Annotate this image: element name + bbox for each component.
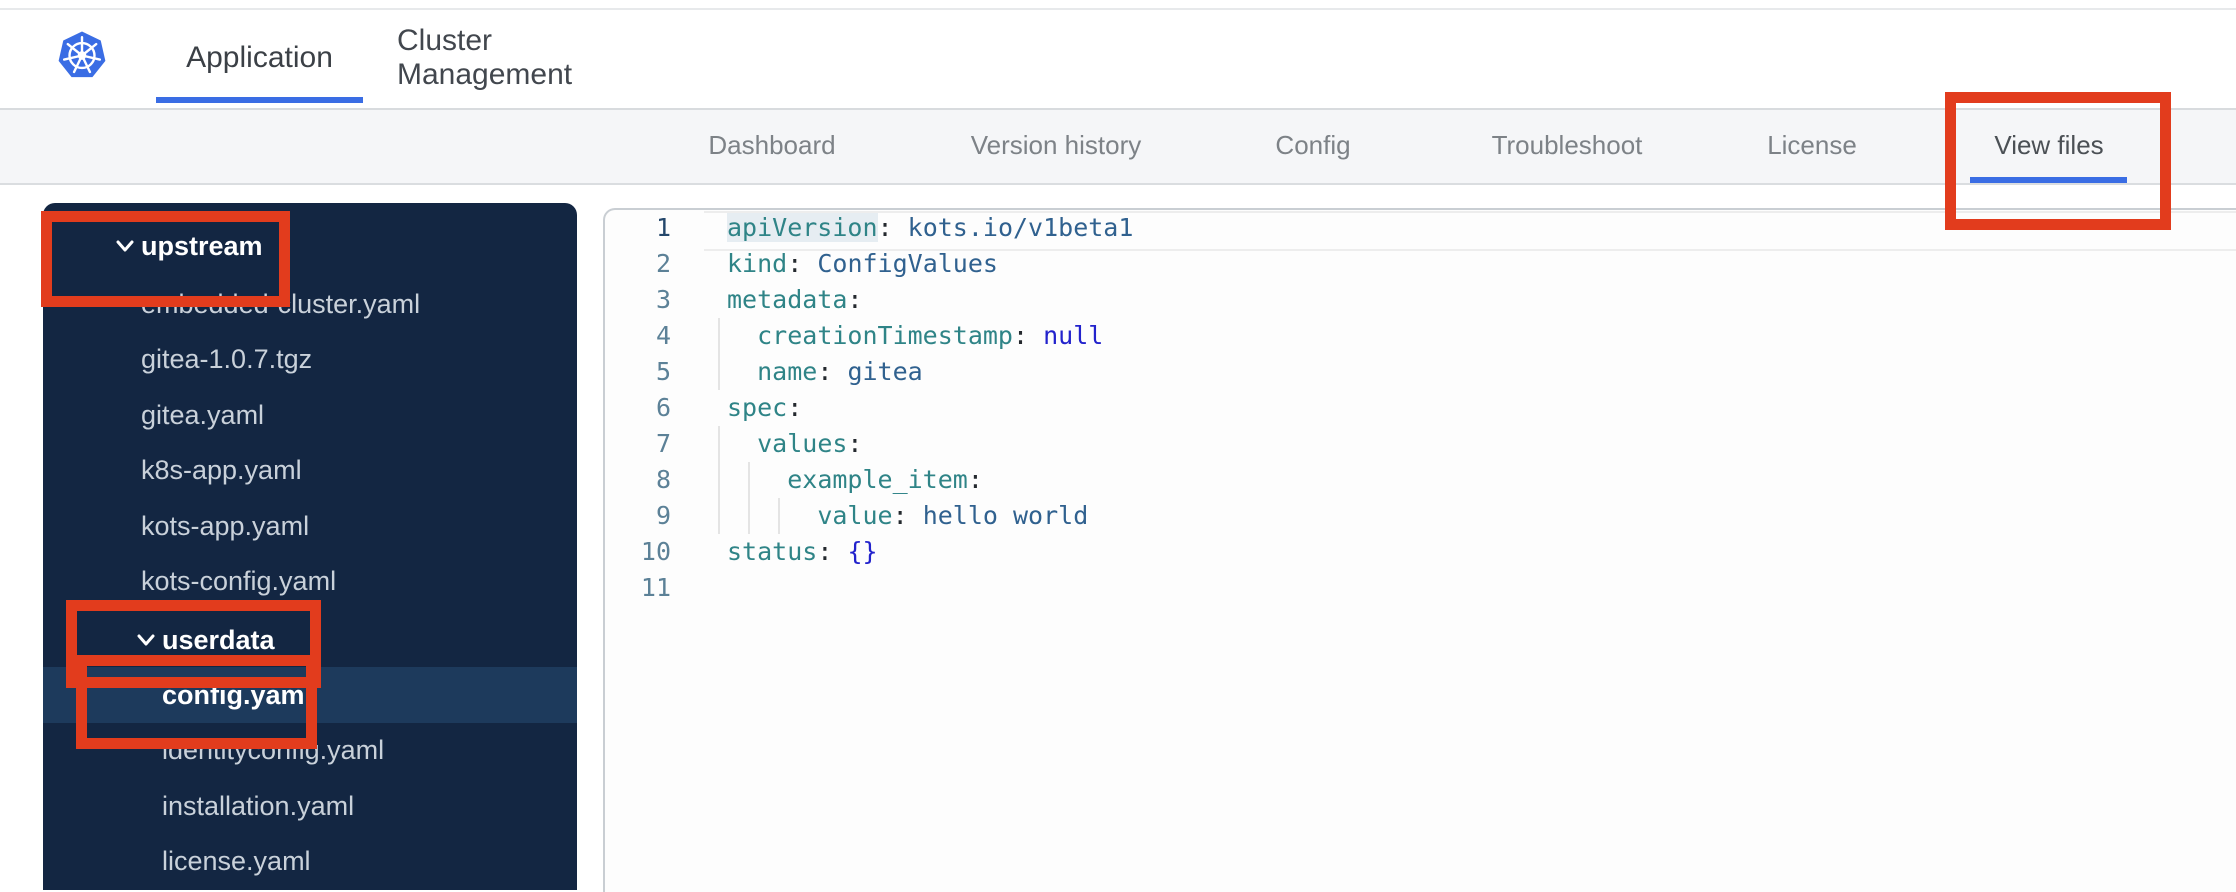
code-line-10: 10 status: {} <box>605 534 2236 570</box>
code-line-9: 9 value: hello world <box>605 498 2236 534</box>
code-line-text: metadata: <box>727 285 863 314</box>
subnav-tab-config[interactable]: Config <box>1275 110 1350 181</box>
active-tab-underline <box>156 97 363 103</box>
code-line-1: 1 apiVersion: kots.io/v1beta1 <box>605 210 2236 246</box>
tab-cluster-management-label: Cluster Management <box>397 24 573 91</box>
line-number: 3 <box>655 285 671 314</box>
file-tree-sidebar: upstream embedded-cluster.yaml gitea-1.0.7… <box>43 203 577 890</box>
view-files-active-underline <box>1970 177 2127 183</box>
tree-file-installation-yaml[interactable]: installation.yaml <box>43 778 577 834</box>
tree-file-gitea-1-0-7-tgz[interactable]: gitea-1.0.7.tgz <box>43 331 577 387</box>
chevron-down-icon <box>137 634 155 646</box>
code-line-4: 4 creationTimestamp: null <box>605 318 2236 354</box>
code-line-text: values: <box>757 429 863 458</box>
tree-item-label: userdata <box>162 624 275 655</box>
code-line-text: example_item: <box>787 465 983 494</box>
code-line-8: 8 example_item: <box>605 462 2236 498</box>
indent-guide <box>718 318 720 354</box>
code-line-11: 11 <box>605 570 2236 606</box>
tree-folder-upstream[interactable]: upstream <box>43 218 577 274</box>
tree-file-license-yaml[interactable]: license.yaml <box>43 833 577 889</box>
tab-application-label: Application <box>186 41 333 74</box>
tree-file-config-yaml[interactable]: config.yaml <box>43 667 577 723</box>
tree-file-kots-config-yaml[interactable]: kots-config.yaml <box>43 553 577 609</box>
line-number: 10 <box>640 537 671 566</box>
code-line-text: apiVersion: kots.io/v1beta1 <box>727 213 1134 242</box>
code-line-text: value: hello world <box>817 501 1089 530</box>
line-number: 1 <box>655 213 671 242</box>
line-number: 8 <box>655 465 671 494</box>
tab-application[interactable]: Application <box>156 10 363 106</box>
code-line-text: status: {} <box>727 537 878 566</box>
code-line-2: 2 kind: ConfigValues <box>605 246 2236 282</box>
line-number: 6 <box>655 393 671 422</box>
app-subnav: Dashboard Version history Config Troublesho… <box>0 110 2236 185</box>
tree-item-label: embedded-cluster.yaml <box>141 288 421 319</box>
code-line-7: 7 values: <box>605 426 2236 462</box>
tab-cluster-management[interactable]: Cluster Management <box>397 10 665 106</box>
kots-admin-console: { "header": { "logo_icon": "kubernetes-l… <box>0 0 2236 892</box>
kubernetes-logo-icon <box>58 31 106 78</box>
tree-item-label: kots-config.yaml <box>141 565 337 596</box>
code-line-text: name: gitea <box>757 357 923 386</box>
tree-item-label: gitea-1.0.7.tgz <box>141 343 313 374</box>
line-number: 9 <box>655 501 671 530</box>
subnav-tab-dashboard[interactable]: Dashboard <box>708 110 835 181</box>
tree-item-label: kots-app.yaml <box>141 510 310 541</box>
code-line-text: spec: <box>727 393 803 422</box>
subnav-tab-license[interactable]: License <box>1767 110 1857 181</box>
tree-item-label: identityconfig.yaml <box>162 734 385 765</box>
line-number: 2 <box>655 249 671 278</box>
indent-guide <box>718 426 720 462</box>
code-line-text: kind: ConfigValues <box>727 249 998 278</box>
line-number: 7 <box>655 429 671 458</box>
tree-file-identityconfig-yaml[interactable]: identityconfig.yaml <box>43 722 577 778</box>
tree-file-gitea-yaml[interactable]: gitea.yaml <box>43 387 577 443</box>
indent-guide <box>718 498 720 534</box>
tree-item-label: upstream <box>141 230 263 261</box>
subnav-tab-view-files[interactable]: View files <box>1994 110 2103 181</box>
indent-guide <box>718 462 720 498</box>
tree-folder-userdata[interactable]: userdata <box>43 612 577 668</box>
code-line-6: 6 spec: <box>605 390 2236 426</box>
tree-item-label: config.yaml <box>162 679 313 710</box>
line-number: 4 <box>655 321 671 350</box>
subnav-tab-version-history[interactable]: Version history <box>971 110 1142 181</box>
subnav-tab-troubleshoot[interactable]: Troubleshoot <box>1492 110 1643 181</box>
code-line-3: 3 metadata: <box>605 282 2236 318</box>
line-number: 11 <box>640 573 671 602</box>
code-line-5: 5 name: gitea <box>605 354 2236 390</box>
line-number: 5 <box>655 357 671 386</box>
tree-item-label: license.yaml <box>162 845 311 876</box>
file-editor[interactable]: 1 apiVersion: kots.io/v1beta1 2 kind: Confi… <box>603 208 2236 892</box>
tree-item-label: k8s-app.yaml <box>141 454 302 485</box>
indent-guide <box>718 354 720 390</box>
tree-item-label: installation.yaml <box>162 790 355 821</box>
tree-file-embedded-cluster-yaml[interactable]: embedded-cluster.yaml <box>43 276 577 332</box>
header-bar: Application Cluster Management <box>0 10 2236 110</box>
tree-file-kots-app-yaml[interactable]: kots-app.yaml <box>43 498 577 554</box>
tree-item-label: gitea.yaml <box>141 399 265 430</box>
tree-file-k8s-app-yaml[interactable]: k8s-app.yaml <box>43 442 577 498</box>
code-line-text: creationTimestamp: null <box>757 321 1104 350</box>
chevron-down-icon <box>116 240 134 252</box>
